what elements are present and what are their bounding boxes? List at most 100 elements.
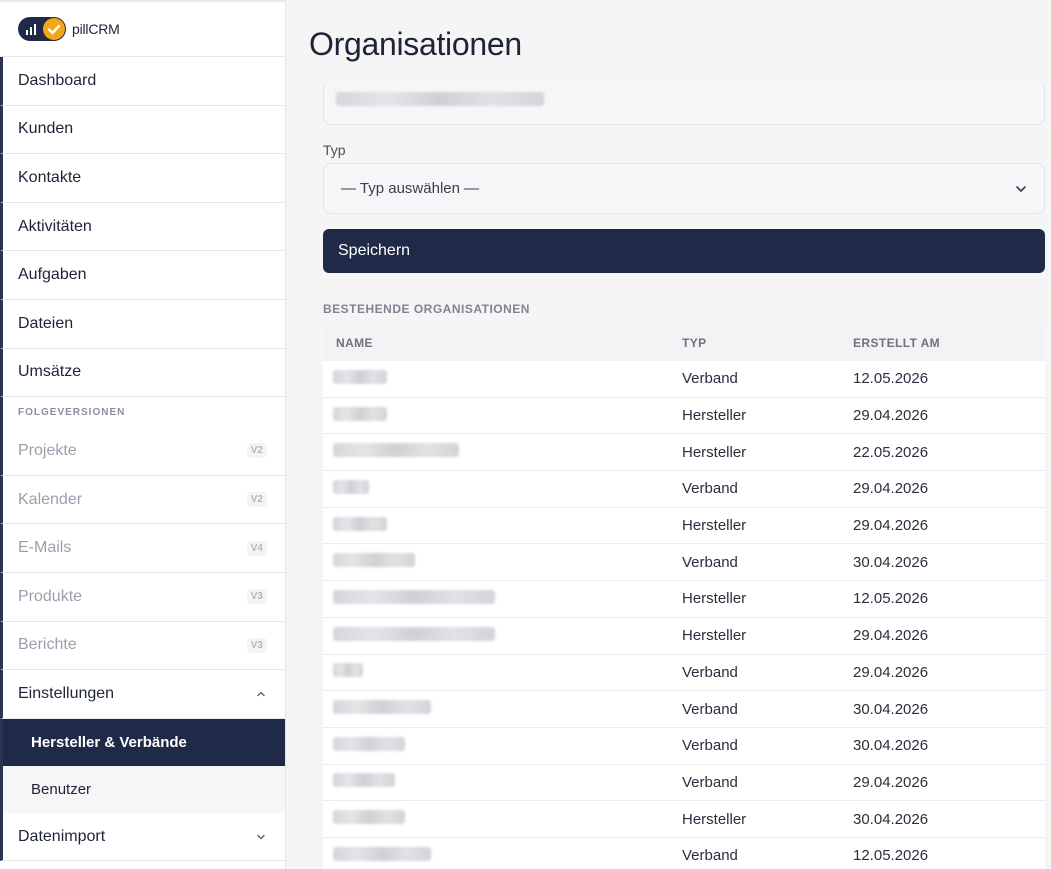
- table-row[interactable]: Verband 12.05.2026: [323, 837, 1045, 869]
- row-typ: Verband: [682, 663, 738, 681]
- table-row[interactable]: Verband 30.04.2026: [323, 727, 1045, 765]
- row-date: 30.04.2026: [853, 810, 929, 828]
- sidebar-item-datenimport[interactable]: Datenimport: [0, 812, 285, 862]
- sidebar-subitem-label: Benutzer: [31, 780, 92, 798]
- page-title: Organisationen: [309, 26, 522, 62]
- sidebar-item-kontakte[interactable]: Kontakte: [0, 154, 285, 203]
- row-name: [323, 700, 669, 718]
- redacted-name: [333, 810, 405, 825]
- row-date: 29.04.2026: [853, 773, 929, 791]
- row-date: 12.05.2026: [853, 847, 929, 865]
- sidebar-item-umsaetze[interactable]: Umsätze: [0, 348, 285, 398]
- version-badge: V3: [246, 637, 267, 653]
- sidebar-item-label: Aufgaben: [18, 266, 87, 284]
- sidebar-item-label: Aktivitäten: [18, 217, 92, 235]
- table-row[interactable]: Verband 30.04.2026: [323, 691, 1045, 728]
- column-header-name[interactable]: NAME: [323, 336, 669, 350]
- sidebar-item-aktivitaeten[interactable]: Aktivitäten: [0, 202, 285, 252]
- table-row[interactable]: Verband 29.04.2026: [323, 654, 1045, 692]
- sidebar-item-label: Dateien: [18, 314, 74, 332]
- redacted-value: [336, 92, 544, 106]
- name-input[interactable]: [323, 84, 1045, 125]
- table-row[interactable]: Verband 29.04.2026: [323, 764, 1045, 802]
- row-date: 30.04.2026: [853, 700, 929, 718]
- column-header-typ[interactable]: TYP: [669, 336, 841, 350]
- row-name: [323, 369, 669, 388]
- sidebar-section-folgeversionen: FOLGEVERSIONEN: [0, 397, 285, 428]
- row-date: 12.05.2026: [853, 370, 929, 388]
- logo[interactable]: pillCRM: [0, 0, 285, 57]
- sidebar-item-emails[interactable]: E-Mails V4: [0, 524, 285, 573]
- row-typ: Hersteller: [682, 627, 747, 645]
- row-name: [323, 516, 669, 535]
- redacted-name: [333, 626, 495, 641]
- save-button[interactable]: Speichern: [323, 229, 1045, 273]
- redacted-name: [333, 369, 387, 384]
- table-row[interactable]: Hersteller 29.04.2026: [323, 617, 1045, 655]
- sidebar-item-label: Kontakte: [18, 168, 82, 186]
- table-row[interactable]: Hersteller 12.05.2026: [323, 581, 1045, 618]
- sidebar-item-aufgaben[interactable]: Aufgaben: [0, 251, 285, 300]
- sidebar-item-kalender[interactable]: Kalender V2: [0, 475, 285, 525]
- table-row[interactable]: Hersteller 30.04.2026: [323, 801, 1045, 838]
- table-row[interactable]: Hersteller 29.04.2026: [323, 397, 1045, 435]
- row-date: 22.05.2026: [853, 443, 929, 461]
- sidebar-item-label: Datenimport: [18, 827, 106, 845]
- sidebar-item-einstellungen[interactable]: Einstellungen: [0, 670, 285, 719]
- chevron-down-icon: [257, 834, 265, 840]
- sidebar-item-label: Produkte: [18, 587, 83, 605]
- row-typ: Hersteller: [682, 590, 747, 608]
- table-row[interactable]: Verband 12.05.2026: [323, 361, 1045, 398]
- app-name: pillCRM: [72, 21, 120, 37]
- section-title: BESTEHENDE ORGANISATIONEN: [323, 302, 530, 316]
- sidebar-subitem-hersteller-verbaende[interactable]: Hersteller & Verbände: [0, 718, 285, 766]
- row-typ: Verband: [682, 700, 738, 718]
- column-header-erstellt-am[interactable]: ERSTELLT AM: [841, 336, 1045, 350]
- row-name: [323, 810, 669, 828]
- sidebar-item-produkte[interactable]: Produkte V3: [0, 572, 285, 622]
- row-date: 29.04.2026: [853, 407, 929, 425]
- row-date: 12.05.2026: [853, 590, 929, 608]
- row-name: [323, 443, 669, 461]
- row-date: 29.04.2026: [853, 663, 929, 681]
- redacted-name: [333, 736, 405, 751]
- sidebar-item-label: Umsätze: [18, 363, 82, 381]
- chevron-down-icon: [1016, 185, 1026, 192]
- version-badge: V2: [246, 443, 267, 459]
- table-row[interactable]: Hersteller 29.04.2026: [323, 507, 1045, 545]
- sidebar-item-label: Kunden: [18, 120, 74, 138]
- redacted-name: [333, 516, 387, 531]
- sidebar-item-label: Dashboard: [18, 71, 97, 89]
- type-select[interactable]: — Typ auswählen —: [323, 163, 1045, 214]
- organisations-table: NAME TYP ERSTELLT AM Verband 12.05.2026 …: [323, 325, 1045, 869]
- sidebar-item-kunden[interactable]: Kunden: [0, 105, 285, 155]
- row-name: [323, 553, 669, 571]
- redacted-name: [333, 553, 415, 568]
- row-name: [323, 589, 669, 608]
- sidebar: pillCRM Dashboard Kunden Kontakte Aktivi…: [0, 0, 286, 869]
- redacted-name: [333, 406, 387, 421]
- sidebar-item-projekte[interactable]: Projekte V2: [0, 427, 285, 476]
- row-name: [323, 846, 669, 865]
- check-badge-icon: [43, 18, 65, 40]
- redacted-name: [333, 443, 459, 458]
- bar-chart-icon: [26, 24, 36, 35]
- sidebar-item-dashboard[interactable]: Dashboard: [0, 57, 285, 106]
- section-label: FOLGEVERSIONEN: [18, 406, 126, 418]
- table-row[interactable]: Verband 30.04.2026: [323, 544, 1045, 582]
- row-typ: Hersteller: [682, 517, 747, 535]
- table-row[interactable]: Hersteller 22.05.2026: [323, 434, 1045, 472]
- type-field-label: Typ: [323, 142, 346, 158]
- redacted-name: [333, 700, 431, 715]
- row-typ: Verband: [682, 553, 738, 571]
- row-typ: Hersteller: [682, 810, 747, 828]
- redacted-name: [333, 479, 369, 494]
- sidebar-subitem-benutzer[interactable]: Benutzer: [0, 765, 285, 813]
- row-typ: Verband: [682, 480, 738, 498]
- sidebar-item-berichte[interactable]: Berichte V3: [0, 621, 285, 671]
- sidebar-item-dateien[interactable]: Dateien: [0, 299, 285, 349]
- row-date: 29.04.2026: [853, 627, 929, 645]
- version-badge: V4: [246, 540, 267, 556]
- table-row[interactable]: Verband 29.04.2026: [323, 471, 1045, 508]
- sidebar-item-label: Projekte: [18, 441, 77, 459]
